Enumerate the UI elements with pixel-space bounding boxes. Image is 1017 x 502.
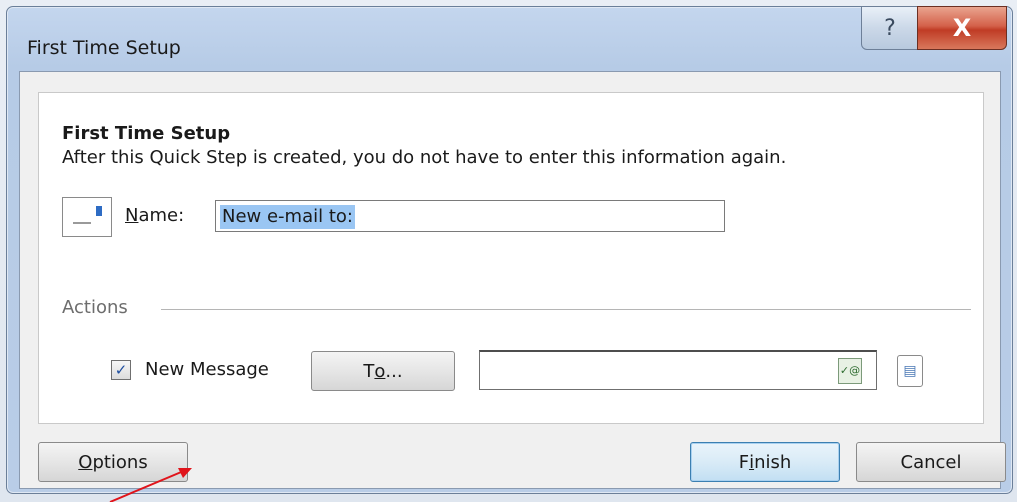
new-message-label: New Message bbox=[145, 359, 269, 380]
finish-button[interactable]: Fi nish bbox=[690, 442, 840, 482]
address-book-icon[interactable]: ▤ bbox=[897, 355, 923, 387]
to-field[interactable] bbox=[479, 350, 877, 390]
name-field[interactable]: New e-mail to: bbox=[215, 200, 725, 232]
close-button[interactable]: X bbox=[917, 6, 1007, 50]
check-names-icon[interactable]: ✓@ bbox=[838, 358, 862, 384]
first-time-setup-dialog: First Time Setup ? X First Time Setup Af… bbox=[6, 6, 1013, 494]
to-button[interactable]: To... bbox=[311, 351, 455, 391]
options-button[interactable]: Options bbox=[38, 442, 188, 482]
actions-label: Actions bbox=[62, 297, 128, 318]
section-description: After this Quick Step is created, you do… bbox=[62, 147, 787, 168]
name-label: Name: bbox=[125, 205, 185, 226]
close-icon: X bbox=[952, 14, 972, 42]
name-field-value: New e-mail to: bbox=[220, 205, 355, 229]
dialog-body: First Time Setup After this Quick Step i… bbox=[19, 71, 1006, 489]
title-bar: First Time Setup ? X bbox=[7, 6, 1012, 73]
window-title: First Time Setup bbox=[27, 37, 181, 59]
section-heading: First Time Setup bbox=[62, 123, 231, 144]
new-message-checkbox[interactable]: ✓ bbox=[111, 360, 131, 380]
question-icon: ? bbox=[884, 15, 896, 41]
cancel-button[interactable]: Cancel bbox=[856, 442, 1006, 482]
mail-template-icon[interactable] bbox=[62, 197, 112, 237]
help-button[interactable]: ? bbox=[861, 6, 919, 50]
content-panel: First Time Setup After this Quick Step i… bbox=[38, 92, 984, 424]
actions-divider bbox=[161, 309, 971, 310]
